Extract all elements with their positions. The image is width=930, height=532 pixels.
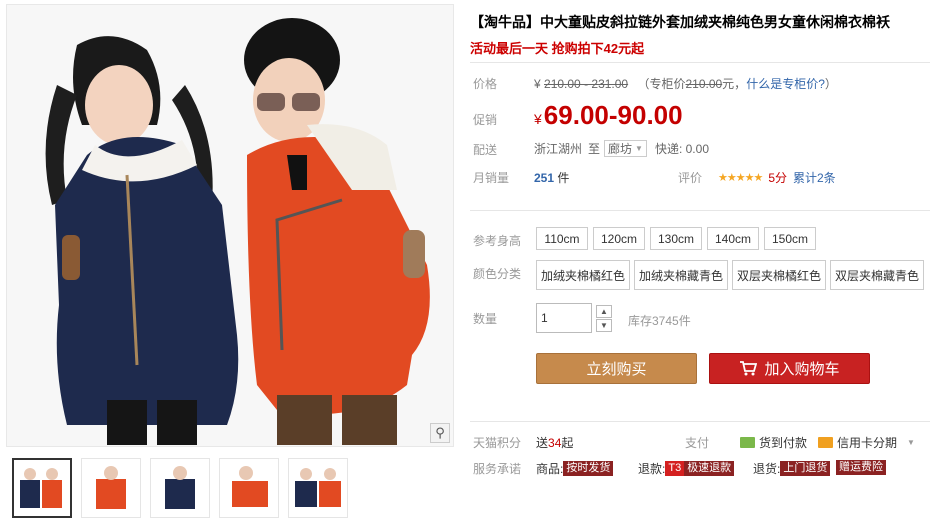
cart-icon	[740, 361, 758, 376]
thumb-image	[220, 459, 278, 517]
shipping-row: 浙江湖州 至 廊坊 ▼ 快递: 0.00	[534, 140, 709, 157]
cod-icon	[740, 437, 755, 448]
points-label: 天猫积分	[473, 436, 522, 450]
service-label: 服务承诺	[473, 462, 522, 476]
height-option[interactable]: 120cm	[593, 227, 645, 250]
star-rating-icon: ★★★★★	[718, 172, 763, 184]
service-return: 退款: T3 极速退款	[638, 460, 735, 477]
chevron-down-icon: ▼	[635, 144, 643, 153]
shipping-label: 配送	[473, 143, 498, 157]
cod-option: 货到付款	[740, 434, 807, 451]
monthly-sales: 251 件	[534, 169, 569, 186]
pay-label: 支付	[685, 436, 710, 450]
original-price-row: ¥ 210.00 - 231.00 （专柜价210.00元，什么是专柜价?）	[534, 75, 837, 92]
divider	[470, 62, 930, 63]
city-name: 廊坊	[608, 142, 633, 156]
service-insurance: 赠运费险	[836, 460, 886, 475]
rating-row[interactable]: ★★★★★ 5分 累计2条	[718, 169, 836, 186]
color-option[interactable]: 加绒夹棉藏青色	[634, 260, 728, 290]
color-option[interactable]: 加绒夹棉橘红色	[536, 260, 630, 290]
points-number: 34	[548, 435, 562, 450]
thumbnail-4[interactable]	[219, 458, 279, 518]
add-to-cart-button[interactable]: 加入购物车	[709, 353, 870, 384]
service-refund: 退货: 上门退货	[753, 460, 831, 477]
counter-price-close: ）	[824, 77, 837, 91]
counter-price: 210.00	[685, 77, 723, 91]
credit-option[interactable]: 信用卡分期 ▼	[818, 434, 915, 451]
height-label: 参考身高	[473, 234, 522, 248]
goods-label: 商品:	[536, 462, 564, 476]
thumbnail-2[interactable]	[81, 458, 141, 518]
decrement-icon[interactable]: ▼	[596, 319, 612, 332]
yen-symbol: ¥	[534, 111, 542, 127]
chevron-down-icon[interactable]: ▼	[907, 438, 915, 447]
thumbnail-1[interactable]	[12, 458, 72, 518]
kids-jacket-photo	[7, 5, 453, 446]
cod-label: 货到付款	[759, 436, 808, 450]
counter-price-suffix: 元，	[722, 77, 747, 91]
counter-price-link[interactable]: 什么是专柜价?	[746, 77, 825, 91]
points-value: 送 34 起	[536, 434, 573, 451]
quantity-label: 数量	[473, 312, 498, 326]
ship-from: 浙江湖州	[534, 142, 583, 156]
thumb-image	[151, 459, 209, 517]
city-select[interactable]: 廊坊 ▼	[604, 140, 647, 157]
rating-label: 评价	[678, 171, 703, 185]
divider	[470, 421, 930, 422]
thumb-image	[289, 459, 347, 517]
price-label: 价格	[473, 77, 498, 91]
service-tag[interactable]: 上门退货	[780, 461, 831, 476]
credit-label: 信用卡分期	[837, 436, 898, 450]
quantity-input[interactable]	[536, 303, 592, 333]
credit-card-icon	[818, 437, 833, 448]
rating-score: 5分	[768, 171, 787, 185]
thumbnail-3[interactable]	[150, 458, 210, 518]
buy-now-label: 立刻购买	[586, 361, 647, 378]
points-prefix: 送	[536, 436, 549, 450]
ship-to-word: 至	[588, 142, 601, 156]
product-gallery: ⚲	[0, 0, 458, 532]
sales-unit: 件	[554, 171, 570, 185]
thumbnail-5[interactable]	[288, 458, 348, 518]
promo-price-value: 69.00-90.00	[543, 100, 683, 130]
add-to-cart-label: 加入购物车	[764, 361, 840, 378]
zoom-icon[interactable]: ⚲	[430, 423, 450, 443]
color-option[interactable]: 双层夹棉橘红色	[732, 260, 826, 290]
counter-price-prefix: （专柜价	[637, 77, 686, 91]
thumbnail-strip	[12, 458, 348, 518]
original-price: 210.00 - 231.00	[544, 77, 629, 91]
points-suffix: 起	[561, 436, 574, 450]
divider	[470, 210, 930, 211]
yen-symbol: ¥	[534, 77, 541, 91]
buy-now-button[interactable]: 立刻购买	[536, 353, 697, 384]
thumb-image	[82, 459, 140, 517]
return-label: 退款:	[638, 462, 666, 476]
promo-text: 活动最后一天 抢购拍下42元起	[470, 41, 645, 56]
service-tag[interactable]: 按时发货	[563, 461, 614, 476]
thumb-image	[14, 460, 70, 516]
delivery-fee: 快递: 0.00	[654, 142, 709, 156]
promo-price: ¥69.00-90.00	[534, 100, 683, 131]
increment-icon[interactable]: ▲	[596, 305, 612, 318]
service-tag[interactable]: 赠运费险	[836, 460, 886, 475]
service-goods: 商品: 按时发货	[536, 460, 614, 477]
review-count[interactable]: 累计2条	[793, 169, 836, 186]
color-label: 颜色分类	[473, 267, 522, 281]
sales-label: 月销量	[473, 171, 510, 185]
refund-label: 退货:	[753, 462, 781, 476]
color-option[interactable]: 双层夹棉藏青色	[830, 260, 924, 290]
height-option[interactable]: 150cm	[764, 227, 816, 250]
service-tag[interactable]: 极速退款	[684, 461, 735, 476]
product-title: 【淘牛品】中大童贴皮斜拉链外套加绒夹棉纯色男女童休闲棉衣棉袄	[470, 14, 890, 30]
t3-badge: T3	[665, 461, 685, 476]
height-option[interactable]: 130cm	[650, 227, 702, 250]
stock-count: 库存3745件	[628, 314, 691, 328]
height-option[interactable]: 140cm	[707, 227, 759, 250]
promo-price-label: 促销	[473, 113, 498, 127]
main-product-image[interactable]: ⚲	[6, 4, 454, 447]
sales-count: 251	[534, 171, 555, 185]
height-option[interactable]: 110cm	[536, 227, 588, 250]
